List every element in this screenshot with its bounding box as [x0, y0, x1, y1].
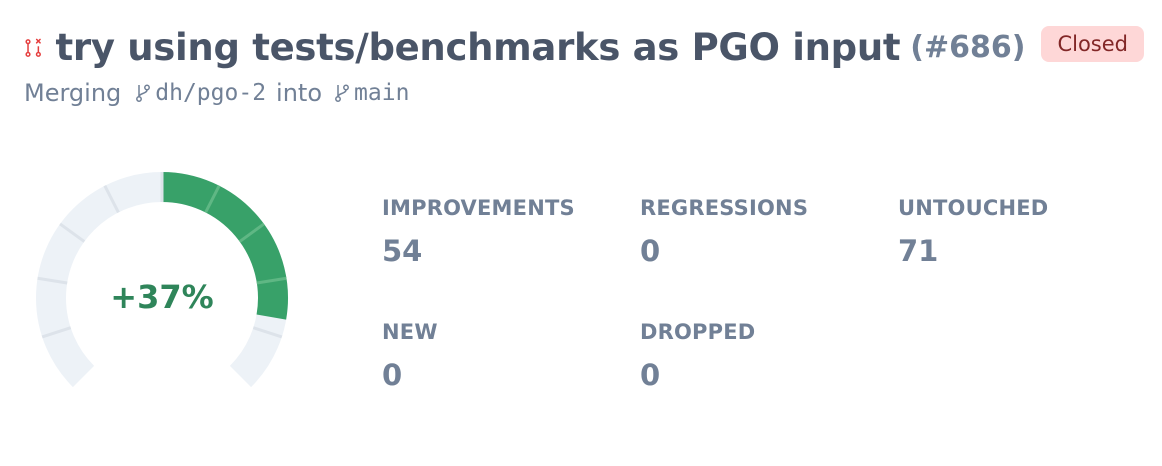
git-pull-request-closed-icon	[25, 38, 41, 57]
stat-untouched: UNTOUCHED 71	[898, 196, 1142, 268]
stat-label: REGRESSIONS	[640, 196, 809, 220]
stat-dropped: DROPPED 0	[640, 320, 898, 392]
target-branch[interactable]: main	[334, 80, 409, 106]
stats-grid: IMPROVEMENTS 54 REGRESSIONS 0 UNTOUCHED …	[382, 196, 1142, 392]
stat-improvements: IMPROVEMENTS 54	[382, 196, 640, 268]
gauge-percent: +37%	[110, 278, 214, 316]
pr-number: (#686)	[910, 30, 1026, 65]
status-badge: Closed	[1041, 25, 1144, 62]
git-branch-icon	[335, 84, 349, 102]
git-branch-icon	[136, 84, 151, 102]
stat-label: DROPPED	[640, 320, 756, 344]
title-row: try using tests/benchmarks as PGO input …	[24, 25, 1144, 69]
merge-prefix: Merging	[24, 79, 122, 107]
page-title: try using tests/benchmarks as PGO input	[55, 26, 901, 69]
source-branch[interactable]: dh/pgo-2	[135, 80, 266, 106]
stat-label: UNTOUCHED	[898, 196, 1049, 220]
stat-value: 0	[640, 358, 661, 392]
stat-regressions: REGRESSIONS 0	[640, 196, 898, 268]
stat-value: 0	[382, 358, 403, 392]
merge-into-label: into	[276, 79, 323, 107]
stat-label: IMPROVEMENTS	[382, 196, 575, 220]
stat-new: NEW 0	[382, 320, 640, 392]
stat-value: 54	[382, 234, 423, 268]
merge-info: Merging dh/pgo-2 into main	[24, 79, 1144, 107]
target-branch-label: main	[354, 80, 410, 106]
stat-value: 0	[640, 234, 661, 268]
stat-value: 71	[898, 234, 939, 268]
source-branch-label: dh/pgo-2	[155, 80, 267, 106]
pr-header: try using tests/benchmarks as PGO input …	[24, 25, 1144, 107]
stat-label: NEW	[382, 320, 438, 344]
performance-gauge: +37%	[22, 160, 302, 400]
